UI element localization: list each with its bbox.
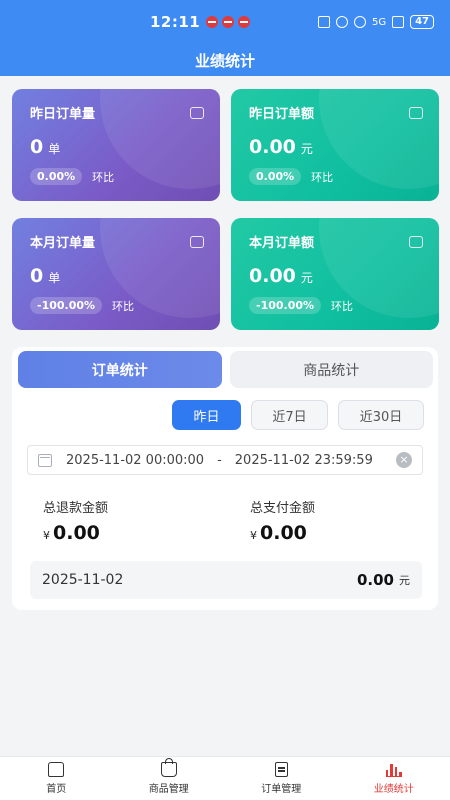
paid-value: 0.00 [260,522,307,544]
range-yesterday-button[interactable]: 昨日 [172,400,241,430]
card-yesterday-orders[interactable]: 昨日订单量 0 单 0.00% 环比 [12,89,220,201]
paid-label: 总支付金额 [250,501,316,516]
nav-bar: 业绩统计 [0,44,450,76]
range-selector: 昨日 近7日 近30日 [172,400,424,430]
notification-icon [222,16,235,28]
tab-product-stats[interactable]: 商品统计 [229,351,433,388]
range-7days-button[interactable]: 近7日 [251,400,328,430]
card-month-amount[interactable]: 本月订单额 0.00 元 -100.00% 环比 [231,218,439,330]
card-value: 0.00 [249,265,296,287]
record-unit: 元 [399,574,410,587]
card-unit: 元 [300,271,313,285]
alarm-icon [335,16,348,28]
card-title: 本月订单额 [249,236,315,251]
tabbar-label: 商品管理 [148,784,189,795]
status-time: 12:11 [150,13,201,31]
card-month-orders[interactable]: 本月订单量 0 单 -100.00% 环比 [12,218,220,330]
calendar-icon [190,236,204,248]
clipboard-icon [274,762,288,777]
ratio-label: 环比 [112,299,135,313]
signal-icon [392,16,405,28]
card-value: 0 [30,136,44,158]
wifi-icon [353,16,366,28]
ratio-badge: 0.00% [30,168,83,185]
calendar-icon [38,453,52,467]
network-label: 5G [371,16,387,28]
calendar-icon [190,107,204,119]
home-icon [48,762,65,777]
refund-label: 总退款金额 [43,501,109,516]
refund-value: 0.00 [53,522,100,544]
currency-symbol: ¥ [43,529,50,542]
ratio-badge: -100.00% [249,297,322,314]
ratio-badge: 0.00% [249,168,302,185]
status-indicators: 5G 47 [317,15,434,29]
card-value: 0.00 [249,136,296,158]
refund-total: 总退款金额 ¥ 0.00 [43,497,108,544]
tabbar-home[interactable]: 首页 [0,757,113,800]
bar-chart-icon [385,762,402,777]
clear-icon[interactable]: × [396,452,412,468]
ratio-label: 环比 [311,170,334,184]
date-separator: - [217,452,222,468]
notification-icons [206,16,251,28]
tabbar-label: 订单管理 [261,784,302,795]
range-30days-button[interactable]: 近30日 [338,400,424,430]
card-title: 昨日订单量 [30,107,96,122]
tabbar-label: 业绩统计 [373,784,414,795]
tabbar-performance[interactable]: 业绩统计 [338,757,450,800]
wallet-icon [409,107,423,119]
date-start: 2025-11-02 00:00:00 [66,452,205,468]
record-date: 2025-11-02 [42,572,124,588]
status-bar: 12:11 5G 47 [0,0,450,44]
list-item[interactable]: 2025-11-02 0.00 元 [30,561,422,599]
card-unit: 单 [48,142,61,156]
card-title: 本月订单量 [30,236,96,251]
tabbar-products[interactable]: 商品管理 [113,757,226,800]
bottom-tab-bar: 首页 商品管理 订单管理 业绩统计 [0,756,450,800]
notification-icon [238,16,251,28]
ratio-label: 环比 [92,170,115,184]
card-yesterday-amount[interactable]: 昨日订单额 0.00 元 0.00% 环比 [231,89,439,201]
ratio-label: 环比 [331,299,354,313]
stats-panel: 订单统计 商品统计 昨日 近7日 近30日 2025-11-02 00:00:0… [12,347,438,610]
nfc-icon [317,16,330,28]
stats-tabs: 订单统计 商品统计 [18,351,433,388]
paid-total: 总支付金额 ¥ 0.00 [250,497,315,544]
card-value: 0 [30,265,44,287]
date-end: 2025-11-02 23:59:59 [234,452,373,468]
page-title: 业绩统计 [194,51,255,70]
date-range-picker[interactable]: 2025-11-02 00:00:00 - 2025-11-02 23:59:5… [27,445,423,475]
record-amount: 0.00 [356,571,394,589]
card-unit: 元 [300,142,313,156]
notification-icon [206,16,219,28]
battery-icon: 47 [410,15,434,29]
card-title: 昨日订单额 [249,107,315,122]
wallet-icon [409,236,423,248]
tabbar-label: 首页 [46,784,67,795]
card-unit: 单 [48,271,61,285]
ratio-badge: -100.00% [30,297,103,314]
bag-icon [160,758,177,777]
tab-order-stats[interactable]: 订单统计 [18,351,222,388]
tabbar-orders[interactable]: 订单管理 [225,757,338,800]
currency-symbol: ¥ [250,529,257,542]
